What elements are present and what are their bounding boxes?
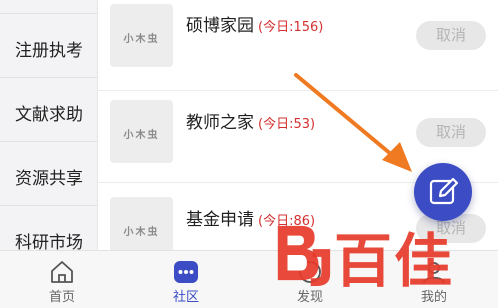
forum-thumbnail: 小木虫 (110, 100, 173, 163)
forum-title-text: 基金申请 (186, 210, 254, 230)
sidebar-divider (0, 205, 98, 206)
sidebar-item-registration[interactable]: 注册执考 (0, 36, 98, 61)
cancel-button[interactable]: 取消 (416, 118, 486, 147)
forum-title: 教师之家 (今日:53) (186, 108, 315, 133)
cancel-button[interactable]: 取消 (416, 21, 486, 50)
forum-title-text: 硕博家园 (186, 16, 254, 36)
forum-thumbnail: 小木虫 (110, 4, 173, 67)
thumbnail-logo-text: 小木虫 (123, 227, 160, 238)
thumbnail-logo-text: 小木虫 (123, 34, 160, 45)
tab-label: 社区 (172, 290, 199, 305)
bj-logo-icon (277, 225, 331, 286)
tab-community[interactable]: 社区 (124, 251, 248, 308)
sidebar-divider (0, 77, 98, 78)
forum-title-text: 教师之家 (186, 113, 254, 133)
sidebar-divider (0, 141, 98, 142)
tab-home[interactable]: 首页 (0, 251, 124, 308)
community-icon (174, 261, 198, 283)
today-count: (今日:156) (258, 20, 324, 35)
sidebar-item-resource-sharing[interactable]: 资源共享 (0, 164, 98, 189)
watermark-logo: 百佳 (268, 210, 498, 308)
home-icon (51, 261, 73, 283)
sidebar-divider (0, 13, 98, 14)
watermark-text: 百佳 (334, 227, 455, 295)
category-sidebar: 注册执考 文献求助 资源共享 科研市场 (0, 0, 98, 253)
thumbnail-logo-text: 小木虫 (123, 130, 160, 141)
tab-label: 首页 (48, 290, 75, 305)
forum-thumbnail: 小木虫 (110, 197, 173, 250)
sidebar-item-literature-help[interactable]: 文献求助 (0, 100, 98, 125)
forum-title: 硕博家园 (今日:156) (186, 11, 323, 36)
list-item[interactable]: 小木虫 硕博家园 (今日:156) 取消 (98, 0, 498, 91)
today-count: (今日:53) (258, 117, 316, 132)
